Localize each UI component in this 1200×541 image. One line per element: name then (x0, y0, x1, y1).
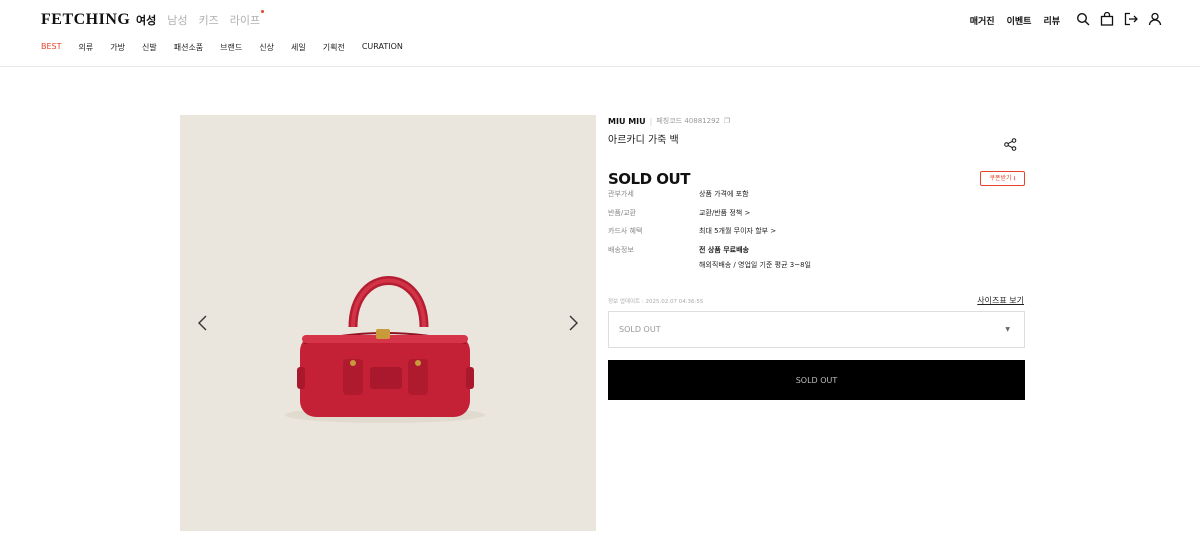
logout-icon[interactable] (1124, 12, 1138, 26)
chevron-down-icon: ▼ (1005, 326, 1010, 333)
nav-brands[interactable]: 브랜드 (220, 42, 242, 53)
next-image-arrow[interactable] (568, 314, 580, 332)
tab-kids[interactable]: 키즈 (199, 12, 219, 28)
site-header: FETCHING 여성 남성 키즈 라이프 BEST 의류 가방 신발 패션소품… (0, 0, 1200, 67)
tab-men[interactable]: 남성 (167, 12, 187, 28)
update-timestamp: 정보 업데이트 : 2025.02.07 04:36:55 (608, 299, 704, 305)
return-policy-link[interactable]: 교환/반품 정책 > (699, 208, 750, 218)
brand-line: MIU MIU | 페칭코드 40881292 ❐ (608, 116, 730, 126)
nav-clothing[interactable]: 의류 (79, 42, 94, 53)
product-image (180, 115, 596, 531)
nav-bags[interactable]: 가방 (110, 42, 125, 53)
user-icon[interactable] (1148, 12, 1162, 26)
nav-exhibitions[interactable]: 기획전 (323, 42, 345, 53)
info-row-duty: 관부가세 상품 가격에 포함 (608, 189, 811, 208)
site-logo[interactable]: FETCHING (41, 11, 130, 29)
product-code: 페칭코드 40881292 (656, 117, 720, 125)
header-icons (1076, 12, 1162, 26)
new-dot (261, 10, 265, 13)
info-value: 상품 가격에 포함 (699, 190, 749, 198)
info-key: 배송정보 (608, 245, 634, 254)
shipping-detail: 해외직배송 / 영업일 기준 평균 3~8일 (699, 260, 811, 269)
link-review[interactable]: 리뷰 (1043, 14, 1060, 27)
category-nav: BEST 의류 가방 신발 패션소품 브랜드 신상 세일 기획전 CURATIO… (41, 42, 420, 53)
handbag-illustration (285, 276, 485, 423)
option-select-value: SOLD OUT (619, 325, 661, 334)
option-select[interactable]: SOLD OUT ▼ (608, 311, 1025, 348)
info-row-return[interactable]: 반품/교환 교환/반품 정책 > (608, 208, 811, 227)
nav-new[interactable]: 신상 (259, 42, 274, 53)
sold-out-status: SOLD OUT (608, 170, 690, 188)
size-chart-link[interactable]: 사이즈표 보기 (977, 295, 1024, 306)
link-event[interactable]: 이벤트 (1007, 14, 1032, 27)
share-icon[interactable] (1004, 138, 1017, 151)
header-links: 매거진 이벤트 리뷰 (970, 14, 1060, 27)
gender-tabs: 여성 남성 키즈 라이프 (136, 10, 265, 28)
nav-shoes[interactable]: 신발 (142, 42, 157, 53)
buy-button[interactable]: SOLD OUT (608, 360, 1025, 400)
tab-women[interactable]: 여성 (136, 12, 156, 28)
free-shipping-label: 전 상품 무료배송 (699, 245, 749, 254)
nav-curation[interactable]: CURATION (362, 42, 403, 53)
shipping-info: 전 상품 무료배송 해외직배송 / 영업일 기준 평균 3~8일 (699, 245, 811, 270)
nav-sale[interactable]: 세일 (291, 42, 306, 53)
bag-icon[interactable] (1100, 12, 1114, 26)
product-title: 아르카디 가죽 백 (608, 135, 679, 146)
link-magazine[interactable]: 매거진 (970, 14, 995, 27)
info-row-card[interactable]: 카드사 혜택 최대 5개월 무이자 할부 > (608, 226, 811, 245)
product-info-table: 관부가세 상품 가격에 포함 반품/교환 교환/반품 정책 > 카드사 혜택 최… (608, 189, 811, 275)
copy-icon[interactable]: ❐ (724, 117, 730, 125)
prev-image-arrow[interactable] (196, 314, 208, 332)
nav-best[interactable]: BEST (41, 42, 62, 53)
tab-life[interactable]: 라이프 (229, 10, 265, 28)
brand-name[interactable]: MIU MIU (608, 117, 646, 126)
search-icon[interactable] (1076, 12, 1090, 26)
info-row-shipping: 배송정보 전 상품 무료배송 해외직배송 / 영업일 기준 평균 3~8일 (608, 245, 811, 275)
nav-accessories[interactable]: 패션소품 (174, 42, 203, 53)
card-benefit-link[interactable]: 최대 5개월 무이자 할부 > (699, 226, 776, 236)
info-key: 반품/교환 (608, 208, 637, 217)
tab-life-label: 라이프 (229, 14, 261, 27)
coupon-button[interactable]: 쿠폰받기 ⭳ (980, 171, 1025, 186)
divider: | (649, 116, 653, 126)
info-key: 관부가세 (608, 190, 634, 198)
info-key: 카드사 혜택 (608, 227, 643, 235)
